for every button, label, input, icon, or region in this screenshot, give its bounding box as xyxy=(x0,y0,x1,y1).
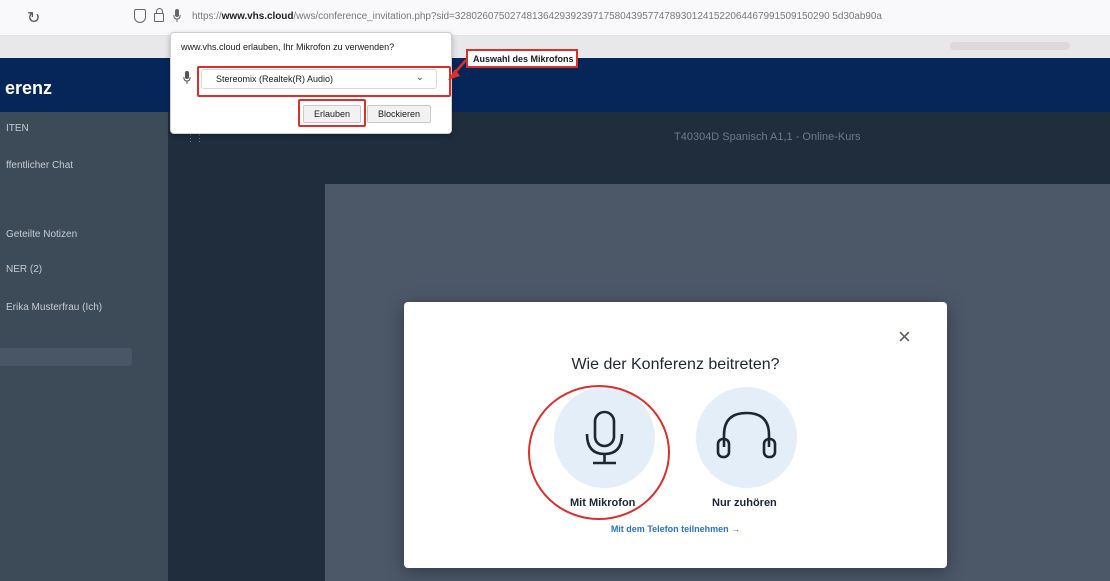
annotation-callout: Auswahl des Mikrofons xyxy=(466,49,578,68)
permission-prompt: www.vhs.cloud erlauben, Ihr Mikrofon zu … xyxy=(181,42,395,52)
sidebar-participants-heading: NER (2) xyxy=(6,264,43,275)
microphone-icon xyxy=(183,71,191,84)
close-icon[interactable]: × xyxy=(898,326,911,348)
sidebar-highlight xyxy=(0,348,132,366)
phone-join-link[interactable]: Mit dem Telefon teilnehmen → xyxy=(404,524,947,534)
browser-url-bar: ↻ https://www.vhs.cloud/wws/conference_i… xyxy=(0,0,1110,36)
sidebar: ITEN ffentlicher Chat Geteilte Notizen N… xyxy=(0,112,168,581)
sidebar-item-user[interactable]: Erika Musterfrau (Ich) xyxy=(6,302,102,313)
blurred-region xyxy=(950,42,1070,50)
listen-only-button[interactable] xyxy=(696,387,797,488)
block-button[interactable]: Blockieren xyxy=(367,105,431,123)
annotation-ring-select xyxy=(197,66,451,97)
sidebar-section-heading: ITEN xyxy=(6,123,29,134)
reload-icon[interactable]: ↻ xyxy=(27,8,40,28)
mic-permission-popup: www.vhs.cloud erlauben, Ihr Mikrofon zu … xyxy=(170,32,452,134)
sidebar-item-public-chat[interactable]: ffentlicher Chat xyxy=(6,160,73,171)
shield-icon[interactable] xyxy=(134,9,146,23)
course-title: T40304D Spanisch A1,1 - Online-Kurs xyxy=(674,131,861,143)
listen-option-label[interactable]: Nur zuhören xyxy=(712,497,777,509)
url-prefix: https:// xyxy=(192,11,222,22)
mic-option-label[interactable]: Mit Mikrofon xyxy=(570,497,635,509)
microphone-icon[interactable] xyxy=(173,9,181,23)
url-text[interactable]: https://www.vhs.cloud/wws/conference_inv… xyxy=(192,11,882,22)
url-path: /wws/conference_invitation.php?sid=32802… xyxy=(293,11,882,22)
url-host: www.vhs.cloud xyxy=(221,11,294,22)
annotation-ring-allow xyxy=(298,99,366,127)
lock-icon[interactable] xyxy=(154,8,164,22)
sidebar-item-shared-notes[interactable]: Geteilte Notizen xyxy=(6,229,77,240)
modal-title: Wie der Konferenz beitreten? xyxy=(571,356,780,373)
grid-icon[interactable]: ⋮⋮ xyxy=(186,133,204,144)
app-title: erenz xyxy=(5,78,53,98)
headphones-icon xyxy=(716,411,777,459)
